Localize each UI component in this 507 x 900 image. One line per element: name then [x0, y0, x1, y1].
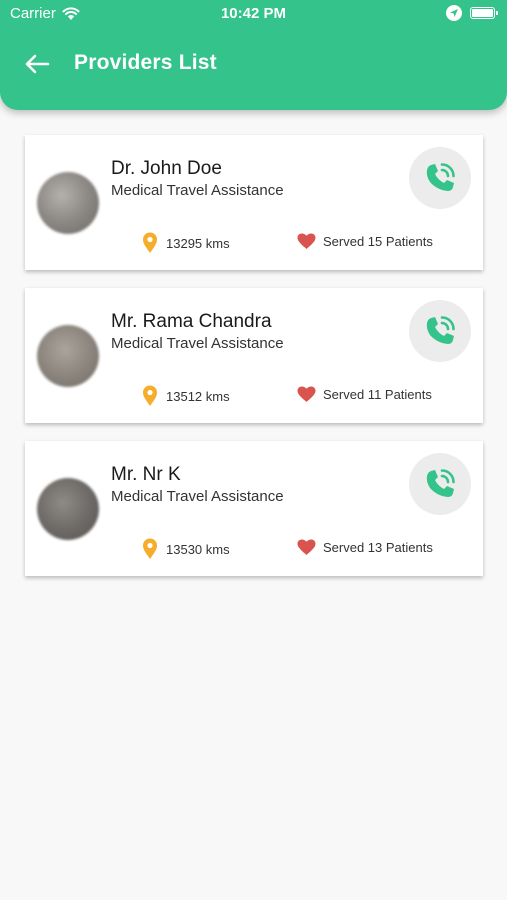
served-text: Served 11 Patients — [323, 387, 432, 402]
location-pin-icon — [143, 385, 157, 406]
back-button[interactable] — [22, 50, 52, 78]
avatar — [37, 478, 99, 540]
status-right-group — [446, 5, 498, 21]
distance-info: 13295 kms — [142, 232, 230, 254]
provider-service: Medical Travel Assistance — [111, 182, 284, 199]
served-info: Served 11 Patients — [297, 386, 432, 403]
app-header: Carrier 10:42 PM Providers List — [0, 0, 507, 110]
distance-text: 13295 kms — [166, 235, 230, 251]
page-title: Providers List — [74, 51, 217, 74]
status-bar: Carrier 10:42 PM — [0, 0, 507, 28]
phone-call-icon — [426, 469, 455, 497]
avatar — [37, 172, 99, 234]
provider-name: Dr. John Doe — [111, 158, 222, 179]
provider-card[interactable]: Mr. Nr K Medical Travel Assistance 13530… — [25, 441, 483, 576]
provider-service: Medical Travel Assistance — [111, 335, 284, 352]
distance-info: 13512 kms — [142, 385, 230, 407]
distance-info: 13530 kms — [142, 538, 230, 560]
location-arrow-icon — [446, 5, 462, 21]
heart-icon — [297, 386, 316, 402]
provider-name: Mr. Rama Chandra — [111, 311, 272, 332]
provider-card[interactable]: Mr. Rama Chandra Medical Travel Assistan… — [25, 288, 483, 423]
served-info: Served 15 Patients — [297, 233, 433, 250]
provider-card[interactable]: Dr. John Doe Medical Travel Assistance 1… — [25, 135, 483, 270]
call-button[interactable] — [409, 147, 471, 209]
call-button[interactable] — [409, 453, 471, 515]
call-button[interactable] — [409, 300, 471, 362]
avatar — [37, 325, 99, 387]
location-pin-icon — [143, 538, 157, 559]
heart-icon — [297, 539, 316, 555]
phone-call-icon — [426, 163, 455, 191]
phone-call-icon — [426, 316, 455, 344]
distance-text: 13512 kms — [166, 388, 230, 404]
location-pin-icon — [143, 232, 157, 253]
battery-icon — [470, 7, 498, 19]
served-info: Served 13 Patients — [297, 539, 433, 556]
arrow-left-icon — [25, 54, 50, 74]
served-text: Served 15 Patients — [323, 234, 433, 249]
provider-service: Medical Travel Assistance — [111, 488, 284, 505]
heart-icon — [297, 233, 316, 249]
served-text: Served 13 Patients — [323, 540, 433, 555]
status-time: 10:42 PM — [220, 5, 287, 22]
distance-text: 13530 kms — [166, 541, 230, 557]
provider-name: Mr. Nr K — [111, 464, 181, 485]
